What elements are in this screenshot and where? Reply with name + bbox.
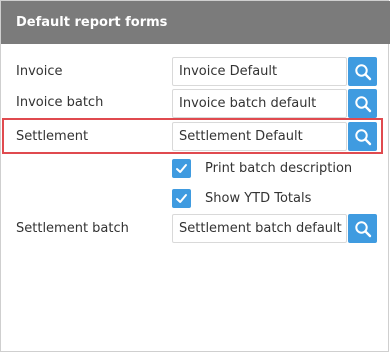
report-forms-panel: Default report forms — [0, 0, 390, 352]
checkmark-icon — [176, 194, 187, 203]
checkmark-icon — [176, 164, 187, 173]
search-icon — [354, 95, 371, 112]
search-icon — [354, 220, 371, 237]
print-batch-description-checkbox[interactable] — [172, 159, 191, 178]
invoice-search-button[interactable] — [348, 57, 377, 86]
settlement-batch-label: Settlement batch — [16, 221, 129, 236]
show-ytd-totals-checkbox[interactable] — [172, 189, 191, 208]
invoice-batch-search-button[interactable] — [348, 89, 377, 118]
panel-title: Default report forms — [1, 1, 390, 44]
settlement-search-button[interactable] — [348, 122, 377, 151]
invoice-field[interactable] — [172, 57, 347, 86]
invoice-batch-field[interactable] — [172, 89, 347, 118]
settlement-field[interactable] — [172, 122, 347, 151]
settlement-batch-field[interactable] — [172, 214, 347, 243]
settlement-batch-search-button[interactable] — [348, 214, 377, 243]
settlement-label: Settlement — [16, 129, 89, 144]
invoice-label: Invoice — [16, 64, 63, 79]
show-ytd-totals-label: Show YTD Totals — [205, 191, 312, 206]
print-batch-description-label: Print batch description — [205, 161, 353, 176]
settlement-batch-input[interactable] — [173, 215, 346, 242]
search-icon — [354, 128, 371, 145]
invoice-input[interactable] — [173, 58, 346, 85]
settlement-input[interactable] — [173, 123, 346, 150]
search-icon — [354, 63, 371, 80]
invoice-batch-label: Invoice batch — [16, 95, 104, 110]
invoice-batch-input[interactable] — [173, 90, 346, 117]
